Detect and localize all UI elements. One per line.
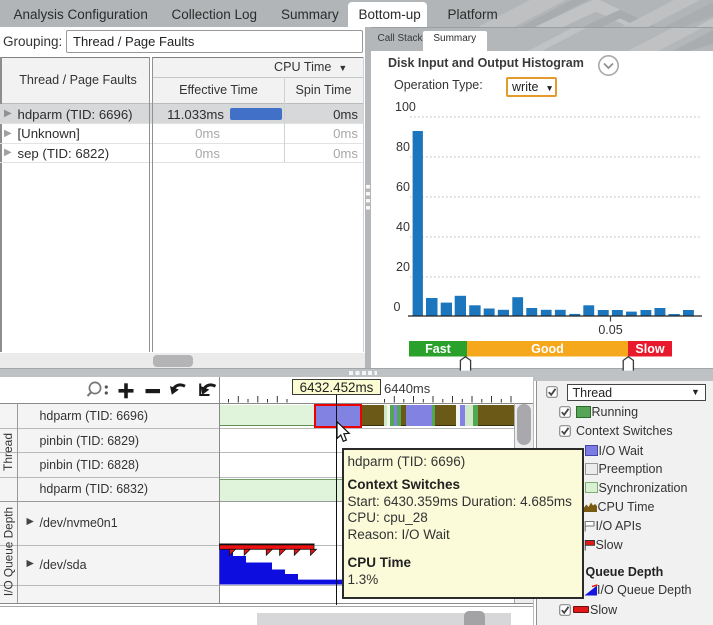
- svg-text:Fast: Fast: [425, 342, 452, 356]
- svg-text:0.05: 0.05: [598, 323, 622, 337]
- svg-text:40: 40: [396, 220, 410, 234]
- svg-text:100: 100: [395, 100, 416, 114]
- svg-text:60: 60: [396, 180, 410, 194]
- svg-text:20: 20: [396, 260, 410, 274]
- svg-text:Slow: Slow: [635, 342, 664, 356]
- svg-text:0: 0: [394, 300, 401, 314]
- svg-text:Good: Good: [531, 342, 564, 356]
- svg-text:80: 80: [396, 140, 410, 154]
